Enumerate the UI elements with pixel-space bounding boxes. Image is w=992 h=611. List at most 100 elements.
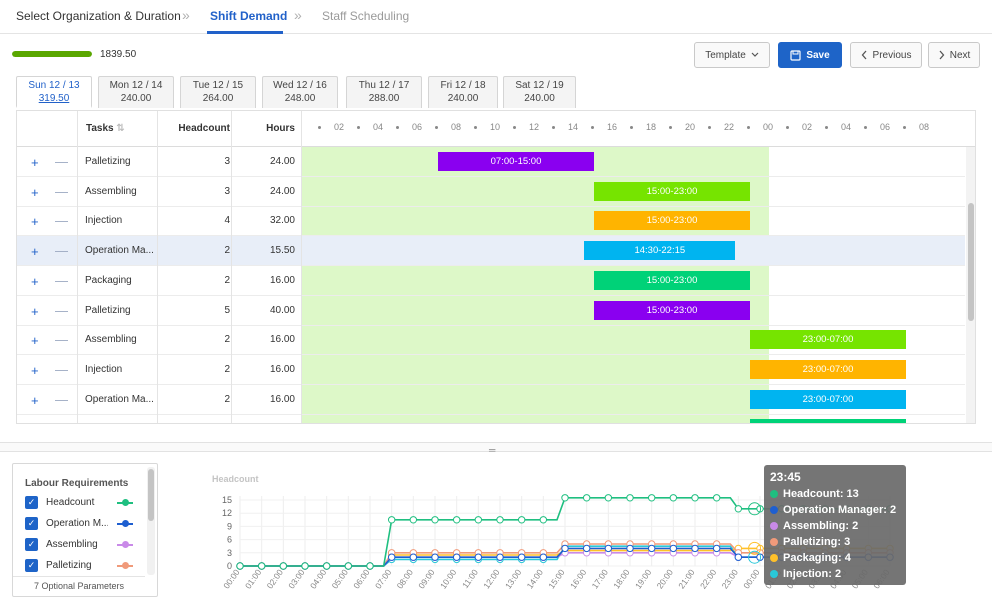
data-point <box>604 494 613 502</box>
add-row-icon[interactable]: + <box>31 244 39 259</box>
table-row[interactable]: + — Injection 2 16.00 23:00-07:00 <box>17 355 965 385</box>
series-dot <box>770 506 778 514</box>
grid-header: Tasks ⇅ Headcount Hours 02 04 06 08 10 12 14 16… <box>17 111 975 147</box>
checkbox-checked-icon[interactable]: ✓ <box>25 517 38 530</box>
tooltip-value: Assembling: 2 <box>783 520 859 532</box>
remove-row-icon[interactable]: — <box>55 421 68 423</box>
labour-requirements-panel: Labour Requirements ✓ Headcount ✓ Operation… <box>12 463 158 597</box>
day-tab[interactable]: Sat 12 / 19 240.00 <box>503 76 576 108</box>
day-tab[interactable]: Thu 12 / 17 288.00 <box>346 76 422 108</box>
hours-cell: 15.50 <box>269 245 295 257</box>
data-point <box>561 544 569 553</box>
add-row-icon[interactable]: + <box>31 333 39 348</box>
add-row-icon[interactable]: + <box>31 393 39 408</box>
table-row[interactable]: + — Palletizing 5 40.00 15:00-23:00 <box>17 296 965 326</box>
series-dot <box>770 490 778 498</box>
tooltip-value: Packaging: 4 <box>783 552 851 564</box>
headcount-cell[interactable]: 2 <box>157 394 230 405</box>
remove-row-icon[interactable]: — <box>55 392 68 407</box>
remove-row-icon[interactable]: — <box>55 213 68 228</box>
panel-splitter[interactable]: ═ <box>0 442 992 455</box>
shift-bar[interactable]: 23:00-07:00 <box>750 389 906 409</box>
shift-bar[interactable]: 15:00-23:00 <box>594 181 750 201</box>
legend-item[interactable]: ✓ Operation M... <box>25 517 149 531</box>
day-tab[interactable]: Fri 12 / 18 240.00 <box>428 76 498 108</box>
day-tab[interactable]: Wed 12 / 16 248.00 <box>262 76 338 108</box>
table-row[interactable]: + — Injection 4 32.00 15:00-23:00 <box>17 206 965 237</box>
add-row-icon[interactable]: + <box>31 422 39 423</box>
series-swatch <box>117 499 133 506</box>
headcount-cell[interactable]: 2 <box>157 245 230 256</box>
remove-row-icon[interactable]: — <box>55 154 68 169</box>
shift-bar[interactable]: 15:00-23:00 <box>594 211 750 231</box>
table-row[interactable]: + — Operation Ma... 2 15.50 14:30-22:15 <box>17 236 965 267</box>
headcount-cell[interactable]: 3 <box>157 186 230 197</box>
headcount-cell[interactable]: 4 <box>157 215 230 226</box>
optional-parameters-link[interactable]: 7 Optional Parameters <box>13 581 145 591</box>
day-tab[interactable]: Mon 12 / 14 240.00 <box>98 76 174 108</box>
legend-item[interactable]: ✓ Assembling <box>25 538 149 552</box>
tasks-header[interactable]: Tasks ⇅ <box>86 123 125 134</box>
previous-button[interactable]: Previous <box>850 42 922 68</box>
headcount-cell[interactable]: 2 <box>157 334 230 345</box>
grid-scrollbar[interactable] <box>966 147 975 423</box>
step-select-organization[interactable]: Select Organization & Duration <box>16 9 181 23</box>
x-tick-label: 00:00 <box>741 567 762 590</box>
table-row[interactable]: + — Assembling 3 24.00 15:00-23:00 <box>17 177 965 207</box>
template-dropdown[interactable]: Template <box>694 42 770 68</box>
checkbox-checked-icon[interactable]: ✓ <box>25 538 38 551</box>
remove-row-icon[interactable]: — <box>55 243 68 258</box>
ruler-dot <box>591 126 594 129</box>
x-tick-label: 04:00 <box>308 567 329 590</box>
shift-bar[interactable]: 14:30-22:15 <box>584 241 736 261</box>
headcount-cell[interactable]: 5 <box>157 305 230 316</box>
scrollbar-thumb[interactable] <box>968 203 974 321</box>
add-row-icon[interactable]: + <box>31 185 39 200</box>
remove-row-icon[interactable]: — <box>55 303 68 318</box>
series-dot <box>770 538 778 546</box>
table-row[interactable]: + — Palletizing 3 24.00 07:00-15:00 <box>17 147 965 177</box>
table-row[interactable]: + — Packaging 2 16.00 15:00-23:00 <box>17 266 965 296</box>
shift-bar[interactable]: 15:00-23:00 <box>594 300 750 320</box>
next-button[interactable]: Next <box>928 42 980 68</box>
data-point <box>647 494 656 502</box>
remove-row-icon[interactable]: — <box>55 332 68 347</box>
add-row-icon[interactable]: + <box>31 304 39 319</box>
add-row-icon[interactable]: + <box>31 363 39 378</box>
add-row-icon[interactable]: + <box>31 155 39 170</box>
y-tick-label: 6 <box>227 535 232 545</box>
table-row[interactable]: + — Packaging432.00 23:00-07:00 <box>17 414 965 424</box>
shift-bar[interactable]: 23:00-07:00 <box>750 419 906 423</box>
remove-row-icon[interactable]: — <box>55 273 68 288</box>
step-shift-demand[interactable]: Shift Demand <box>210 9 287 23</box>
legend-item[interactable]: ✓ Headcount <box>25 496 149 510</box>
headcount-cell[interactable]: 3 <box>157 156 230 167</box>
shift-bar[interactable]: 23:00-07:00 <box>750 330 906 350</box>
legend-item[interactable]: ✓ Palletizing <box>25 559 149 573</box>
table-row[interactable]: + — Assembling 2 16.00 23:00-07:00 <box>17 325 965 356</box>
day-tab[interactable]: Sun 12 / 13 319.50 <box>16 76 92 108</box>
legend-scrollbar[interactable] <box>147 467 155 575</box>
day-hours: 248.00 <box>284 93 316 104</box>
headcount-cell[interactable]: 2 <box>157 364 230 375</box>
data-point <box>691 494 699 502</box>
headcount-cell[interactable]: 4 <box>157 423 230 424</box>
day-tab[interactable]: Tue 12 / 15 264.00 <box>180 76 256 108</box>
remove-row-icon[interactable]: — <box>55 184 68 199</box>
table-row[interactable]: + — Operation Ma... 2 16.00 23:00-07:00 <box>17 385 965 415</box>
shift-bar[interactable]: 07:00-15:00 <box>438 152 594 171</box>
ruler-tick-label: 08 <box>451 122 462 132</box>
checkbox-checked-icon[interactable]: ✓ <box>25 559 38 572</box>
remove-row-icon[interactable]: — <box>55 362 68 377</box>
drag-handle-icon[interactable]: ═ <box>489 445 495 455</box>
step-staff-scheduling[interactable]: Staff Scheduling <box>322 9 409 23</box>
add-row-icon[interactable]: + <box>31 214 39 229</box>
scrollbar-thumb[interactable] <box>148 469 154 521</box>
day-hours: 319.50 <box>38 93 70 104</box>
shift-bar[interactable]: 23:00-07:00 <box>750 359 906 379</box>
headcount-cell[interactable]: 2 <box>157 275 230 286</box>
add-row-icon[interactable]: + <box>31 274 39 289</box>
save-button[interactable]: Save <box>778 42 842 68</box>
checkbox-checked-icon[interactable]: ✓ <box>25 496 38 509</box>
shift-bar[interactable]: 15:00-23:00 <box>594 270 750 290</box>
